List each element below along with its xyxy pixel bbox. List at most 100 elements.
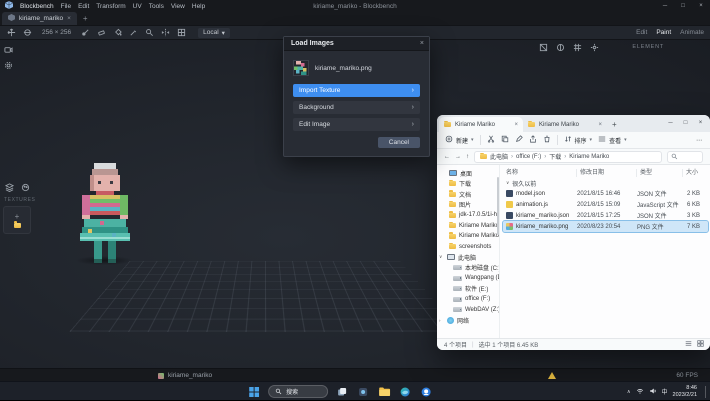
- camera-preset-icon[interactable]: [3, 44, 14, 55]
- dialog-close-icon[interactable]: ×: [420, 40, 424, 47]
- sidebar-item-drive-f[interactable]: office (F:): [437, 294, 499, 305]
- layers-icon[interactable]: [4, 182, 15, 193]
- project-tab[interactable]: kiriame_mariko ×: [2, 12, 77, 25]
- sidebar-item-kiriame-mariko-2[interactable]: Kiriame Mariko: [437, 231, 499, 242]
- delete-icon[interactable]: [543, 135, 551, 145]
- maximize-button[interactable]: □: [674, 0, 692, 12]
- mode-tab-edit[interactable]: Edit: [636, 29, 647, 36]
- file-explorer-button[interactable]: [377, 385, 391, 399]
- explorer-minimize-button[interactable]: ─: [663, 116, 678, 130]
- sidebar-item-pictures[interactable]: 图片: [437, 200, 499, 211]
- sidebar-item-drive-c[interactable]: 本地磁盘 (C:): [437, 263, 499, 274]
- dialog-titlebar[interactable]: Load Images ×: [284, 37, 429, 51]
- file-row-model-json[interactable]: model.json 2021/8/15 16:46 JSON 文件 2 KB: [503, 188, 708, 199]
- file-row-kiriame-mariko-json[interactable]: kiriame_mariko.json 2021/8/15 17:25 JSON…: [503, 210, 708, 221]
- paint-space-dropdown[interactable]: Local ▾: [198, 27, 230, 38]
- background-option[interactable]: Background ›: [293, 101, 420, 114]
- mode-tab-paint[interactable]: Paint: [656, 29, 671, 36]
- explorer-tab-2[interactable]: Kiriame Mariko ×: [523, 117, 607, 132]
- explorer-maximize-button[interactable]: □: [678, 116, 693, 130]
- volume-icon[interactable]: [649, 387, 657, 397]
- grid-toggle-icon[interactable]: [572, 42, 583, 53]
- import-texture-icon[interactable]: [13, 221, 21, 228]
- new-project-tab-button[interactable]: +: [77, 12, 94, 25]
- file-row-animation-js[interactable]: animation.js 2021/8/15 15:09 JavaScript …: [503, 199, 708, 210]
- tray-expand-icon[interactable]: ∧: [627, 389, 631, 395]
- menu-tools[interactable]: Tools: [149, 3, 164, 10]
- brush-tool-icon[interactable]: [80, 27, 91, 38]
- edit-image-option[interactable]: Edit Image ›: [293, 118, 420, 131]
- sidebar-item-network[interactable]: › 网络: [437, 315, 499, 326]
- sidebar-item-jdk-folder[interactable]: jdk-17.0.5/1i-h: [437, 210, 499, 221]
- sidebar-item-kiriame-mariko-1[interactable]: Kiriame Mariko: [437, 221, 499, 232]
- more-options-button[interactable]: ⋯: [696, 137, 702, 144]
- sidebar-item-webdav[interactable]: WebDAV (Z:): [437, 305, 499, 316]
- file-row-kiriame-mariko-png[interactable]: kiriame_mariko.png 2020/8/23 20:54 PNG 文…: [502, 220, 709, 233]
- column-type[interactable]: 类型: [637, 168, 683, 177]
- copy-icon[interactable]: [501, 135, 509, 145]
- ime-indicator[interactable]: 中: [662, 387, 668, 396]
- taskbar-search[interactable]: 搜索: [268, 385, 329, 398]
- forward-button[interactable]: →: [455, 154, 461, 160]
- share-icon[interactable]: [529, 135, 537, 145]
- mirror-paint-icon[interactable]: [160, 27, 171, 38]
- new-button[interactable]: 新建 ▾: [445, 135, 474, 145]
- column-size[interactable]: 大小: [683, 169, 708, 177]
- widgets-button[interactable]: [356, 385, 370, 399]
- add-texture-icon[interactable]: +: [15, 212, 20, 221]
- date-group-header[interactable]: ∨ 很久以前: [503, 178, 708, 188]
- orbit-tool-icon[interactable]: [22, 27, 33, 38]
- sidebar-item-drive-e[interactable]: 软件 (E:): [437, 284, 499, 295]
- show-desktop-button[interactable]: [705, 385, 706, 398]
- edge-browser-button[interactable]: [398, 385, 412, 399]
- panel-settings-icon[interactable]: [589, 42, 600, 53]
- breadcrumb[interactable]: 此电脑 › office (F:) › 下载 › Kiriame Mariko: [474, 150, 662, 163]
- sidebar-item-desktop[interactable]: 桌面: [437, 168, 499, 179]
- color-picker-icon[interactable]: [128, 27, 139, 38]
- breadcrumb-this-pc[interactable]: 此电脑: [490, 152, 508, 161]
- menu-view[interactable]: View: [171, 3, 185, 10]
- tab-close-icon[interactable]: ×: [598, 122, 602, 128]
- view-button[interactable]: 查看 ▾: [598, 135, 627, 145]
- sidebar-item-drive-d[interactable]: Wangpang (D:): [437, 273, 499, 284]
- start-button[interactable]: [247, 385, 261, 399]
- taskbar-clock[interactable]: 8:46 2023/2/21: [673, 385, 697, 398]
- details-view-icon[interactable]: [685, 340, 692, 349]
- tab-close-icon[interactable]: ×: [514, 122, 518, 128]
- menu-help[interactable]: Help: [192, 3, 205, 10]
- palette-icon[interactable]: [20, 182, 31, 193]
- import-texture-option[interactable]: Import Texture ›: [293, 84, 420, 97]
- sidebar-item-downloads[interactable]: 下载: [437, 179, 499, 190]
- warning-icon[interactable]: [548, 372, 556, 379]
- new-tab-button[interactable]: +: [607, 117, 622, 132]
- expander-icon[interactable]: ›: [439, 318, 444, 323]
- voxel-character-model[interactable]: [72, 163, 138, 263]
- mode-tab-animate[interactable]: Animate: [680, 29, 704, 36]
- sidebar-item-screenshots[interactable]: screenshots: [437, 242, 499, 253]
- task-view-button[interactable]: [335, 385, 349, 399]
- up-button[interactable]: ↑: [466, 154, 469, 160]
- cancel-button[interactable]: Cancel: [377, 137, 420, 148]
- menu-edit[interactable]: Edit: [78, 3, 89, 10]
- minimize-button[interactable]: ─: [656, 0, 674, 12]
- shading-toggle-icon[interactable]: [555, 42, 566, 53]
- explorer-search-box[interactable]: [667, 150, 703, 163]
- close-button[interactable]: ×: [692, 0, 710, 12]
- breadcrumb-drive-f[interactable]: office (F:): [516, 154, 541, 160]
- explorer-close-button[interactable]: ×: [693, 116, 708, 130]
- expander-icon[interactable]: ∨: [439, 254, 444, 260]
- tab-close-icon[interactable]: ×: [67, 15, 71, 22]
- sidebar-scrollbar[interactable]: [497, 177, 499, 235]
- network-icon[interactable]: [636, 387, 644, 397]
- pan-tool-icon[interactable]: [6, 27, 17, 38]
- scene-settings-icon[interactable]: [3, 60, 14, 71]
- explorer-tab-1[interactable]: Kiriame Mariko ×: [439, 117, 523, 132]
- back-button[interactable]: ←: [444, 154, 450, 160]
- breadcrumb-current-folder[interactable]: Kiriame Mariko: [569, 154, 609, 160]
- sort-button[interactable]: 排序 ▾: [564, 135, 592, 145]
- chat-app-button[interactable]: [419, 385, 433, 399]
- pixel-grid-icon[interactable]: [176, 27, 187, 38]
- breadcrumb-downloads[interactable]: 下载: [549, 152, 561, 161]
- paint-bucket-icon[interactable]: [112, 27, 123, 38]
- thumbnail-view-icon[interactable]: [697, 340, 704, 349]
